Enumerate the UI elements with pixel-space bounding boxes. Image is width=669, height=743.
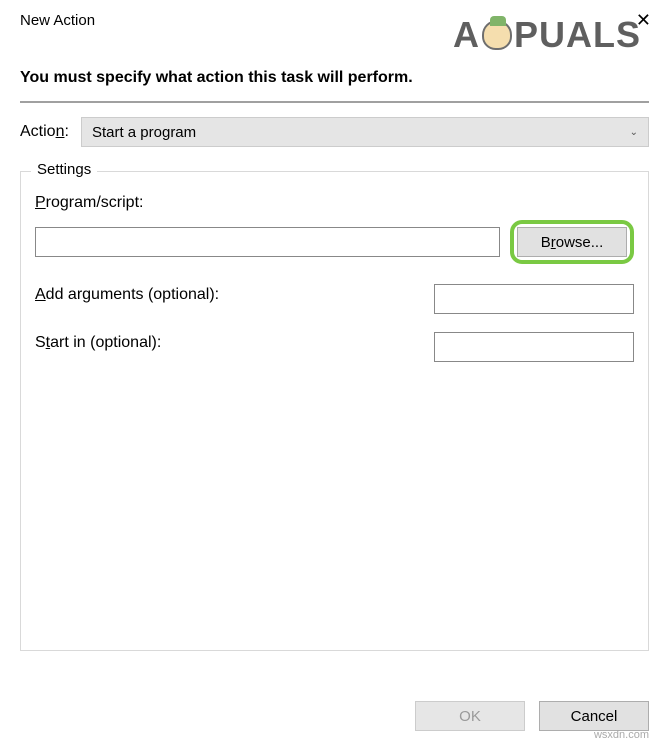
- startin-row: Start in (optional):: [35, 332, 634, 362]
- ok-button: OK: [415, 701, 525, 731]
- browse-highlight: Browse...: [510, 220, 634, 264]
- program-input[interactable]: [35, 227, 500, 257]
- arguments-input[interactable]: [434, 284, 634, 314]
- button-bar: OK Cancel: [415, 701, 649, 731]
- arguments-label: Add arguments (optional):: [35, 286, 219, 304]
- cancel-button[interactable]: Cancel: [539, 701, 649, 731]
- action-selected: Start a program: [92, 124, 196, 141]
- action-label: Action:: [20, 123, 69, 141]
- settings-legend: Settings: [31, 161, 97, 178]
- window-title: New Action: [20, 12, 95, 29]
- startin-input[interactable]: [434, 332, 634, 362]
- action-dropdown[interactable]: Start a program ⌄: [81, 117, 649, 147]
- close-icon[interactable]: ✕: [630, 8, 657, 33]
- browse-button[interactable]: Browse...: [517, 227, 627, 257]
- action-row: Action: Start a program ⌄: [0, 103, 669, 171]
- program-label: Program/script:: [35, 194, 634, 212]
- arguments-row: Add arguments (optional):: [35, 284, 634, 314]
- instruction-text: You must specify what action this task w…: [0, 39, 669, 101]
- startin-label: Start in (optional):: [35, 334, 161, 352]
- titlebar: New Action ✕: [0, 0, 669, 39]
- chevron-down-icon: ⌄: [630, 127, 638, 138]
- program-row: Browse...: [35, 220, 634, 264]
- settings-group: Settings Program/script: Browse... Add a…: [20, 171, 649, 651]
